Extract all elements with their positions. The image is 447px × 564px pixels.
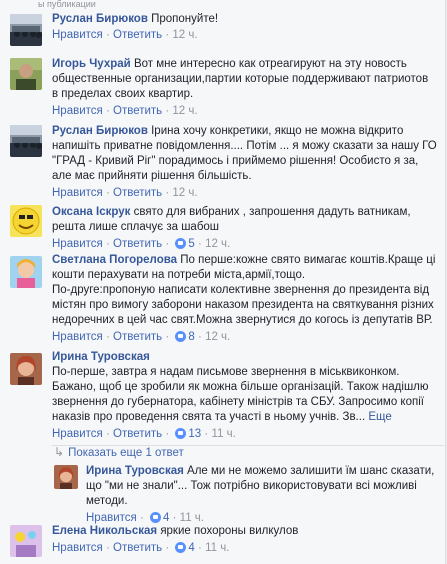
- like-link[interactable]: Нравится: [52, 187, 103, 199]
- like-link[interactable]: Нравится: [52, 542, 103, 554]
- comment-author[interactable]: Оксана Іскрук: [52, 206, 130, 218]
- like-icon: [175, 428, 187, 439]
- separator: ·: [165, 428, 170, 440]
- comment-time[interactable]: 12 ч.: [172, 187, 197, 199]
- like-link[interactable]: Нравится: [52, 29, 103, 41]
- separator: ·: [105, 542, 110, 554]
- comment-actions: Нравится · Ответить · 12 ч.: [52, 104, 437, 119]
- reply-link[interactable]: Ответить: [113, 542, 162, 554]
- comment-time[interactable]: 12 ч.: [172, 105, 197, 117]
- comment-author[interactable]: Светлана Погорелова: [52, 254, 177, 266]
- avatar[interactable]: [10, 353, 42, 385]
- separator: ·: [165, 238, 170, 250]
- comment-time[interactable]: 12 ч.: [172, 29, 197, 41]
- comment-time[interactable]: 12 ч.: [205, 238, 230, 250]
- like-icon: [175, 331, 187, 342]
- separator: ·: [105, 428, 110, 440]
- avatar[interactable]: [10, 58, 42, 90]
- comment-actions: Нравится · Ответить · 12 ч.: [52, 28, 437, 43]
- like-link[interactable]: Нравится: [52, 105, 103, 117]
- comment-time[interactable]: 11 ч.: [211, 428, 235, 440]
- reply-link[interactable]: Ответить: [113, 428, 162, 440]
- show-replies-label: Показать еще 1 ответ: [68, 447, 184, 459]
- like-icon: [175, 238, 187, 249]
- comment-author[interactable]: Руслан Бирюков: [52, 125, 148, 137]
- comment-author[interactable]: Елена Никольская: [52, 525, 157, 537]
- like-count[interactable]: 8: [188, 331, 194, 343]
- reply-link[interactable]: Ответить: [113, 29, 162, 41]
- comment-text-second: По-друге:пропоную написати колективне зв…: [52, 284, 434, 326]
- like-count[interactable]: 4: [163, 512, 169, 524]
- separator: ·: [198, 331, 202, 343]
- comment-actions: Нравится · Ответить · 12 ч.: [52, 186, 437, 201]
- comment-time[interactable]: 11 ч.: [205, 542, 229, 554]
- reply-link[interactable]: Ответить: [113, 187, 162, 199]
- like-count[interactable]: 13: [188, 428, 201, 440]
- reply-arrow-icon: ↳: [54, 445, 65, 459]
- comment-actions: Нравится · Ответить · 4 · 11 ч.: [52, 541, 437, 556]
- comment-author[interactable]: Ирина Туровская: [86, 465, 184, 477]
- reply-link[interactable]: Ответить: [113, 105, 162, 117]
- separator: ·: [105, 105, 110, 117]
- comment-author[interactable]: Руслан Бирюков: [52, 13, 148, 25]
- like-icon: [150, 512, 161, 523]
- separator: ·: [105, 29, 110, 41]
- avatar[interactable]: [10, 256, 42, 288]
- separator: ·: [105, 238, 110, 250]
- like-link[interactable]: Нравится: [52, 238, 103, 250]
- comment-time[interactable]: 11 ч.: [180, 512, 204, 524]
- comment-time[interactable]: 12 ч.: [205, 331, 230, 343]
- like-link[interactable]: Нравится: [86, 512, 137, 524]
- comment-author[interactable]: Ирина Туровская: [52, 350, 437, 365]
- like-icon: [175, 542, 187, 553]
- separator: ·: [165, 542, 170, 554]
- see-more-link[interactable]: Еще: [368, 411, 391, 423]
- separator: ·: [165, 29, 170, 41]
- reply-link[interactable]: Ответить: [113, 331, 162, 343]
- comment-actions: Нравится · Ответить · 13 · 11 ч.: [52, 427, 437, 442]
- separator: ·: [165, 105, 170, 117]
- comment-actions: Нравится · Ответить · 8 · 12 ч.: [52, 330, 437, 345]
- separator: ·: [198, 542, 202, 554]
- comment-actions: Нравится · Ответить · 5 · 12 ч.: [52, 237, 437, 252]
- separator: ·: [198, 238, 202, 250]
- separator: ·: [172, 512, 177, 524]
- like-count[interactable]: 5: [188, 238, 194, 250]
- separator: ·: [105, 331, 110, 343]
- avatar[interactable]: [10, 525, 42, 557]
- separator: ·: [165, 331, 170, 343]
- comment-text: Пропонуйте!: [151, 13, 219, 25]
- separator: ·: [204, 428, 209, 440]
- avatar[interactable]: [10, 14, 42, 46]
- avatar[interactable]: [10, 125, 42, 157]
- separator: ·: [165, 187, 170, 199]
- comment-text: яркие похороны вилкулов: [160, 525, 299, 537]
- comments-panel: ы публикации Руслан Бирюков Пропонуйте! …: [0, 0, 446, 564]
- reply-link[interactable]: Ответить: [113, 238, 162, 250]
- show-replies-link[interactable]: ↳ Показать еще 1 ответ: [54, 445, 184, 459]
- avatar[interactable]: [10, 205, 42, 237]
- like-count[interactable]: 4: [188, 542, 194, 554]
- like-link[interactable]: Нравится: [52, 428, 103, 440]
- like-link[interactable]: Нравится: [52, 331, 103, 343]
- separator: ·: [139, 512, 144, 524]
- comment-author[interactable]: Игорь Чухрай: [52, 58, 131, 70]
- header-fragment: ы публикации: [38, 0, 96, 9]
- avatar[interactable]: [54, 465, 78, 489]
- separator: ·: [105, 187, 110, 199]
